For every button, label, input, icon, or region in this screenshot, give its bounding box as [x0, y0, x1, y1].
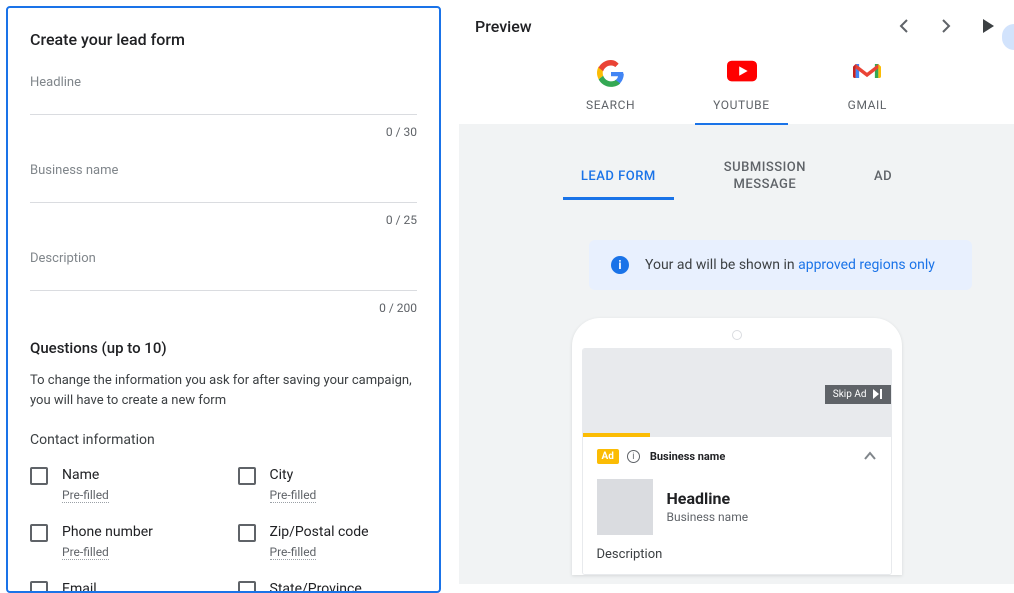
ad-thumbnail	[597, 479, 653, 535]
channel-search[interactable]: SEARCH	[586, 60, 635, 124]
channel-youtube-label: YOUTUBE	[713, 98, 770, 112]
skip-icon	[873, 389, 883, 399]
headline-counter: 0 / 30	[30, 125, 417, 139]
channel-youtube[interactable]: YOUTUBE	[713, 60, 770, 124]
video-area: Skip Ad	[583, 349, 891, 433]
phone-speaker-icon	[732, 330, 742, 340]
checkbox-city[interactable]	[238, 467, 256, 485]
checkbox-email-label: Email	[62, 580, 109, 593]
chevron-up-icon	[863, 451, 877, 461]
checkbox-phone-label: Phone number	[62, 523, 153, 541]
next-button[interactable]	[934, 14, 958, 38]
questions-title: Questions (up to 10)	[30, 339, 417, 357]
description-label: Description	[30, 251, 417, 270]
tab-ad[interactable]: AD	[868, 163, 898, 198]
tab-submission-label-2: MESSAGE	[734, 177, 797, 192]
notice-banner: i Your ad will be shown in approved regi…	[589, 240, 972, 290]
checkbox-name[interactable]	[30, 467, 48, 485]
prefilled-badge: Pre-filled	[270, 488, 317, 503]
headline-field: Headline	[30, 75, 417, 115]
prefilled-badge: Pre-filled	[62, 488, 109, 503]
contact-info-title: Contact information	[30, 432, 417, 448]
notice-text: Your ad will be shown in	[645, 257, 798, 273]
tab-lead-form[interactable]: LEAD FORM	[575, 163, 662, 198]
ad-business-top: Business name	[650, 450, 863, 463]
checkbox-city-label: City	[270, 466, 317, 484]
collapse-button[interactable]	[863, 449, 877, 465]
channel-gmail-label: GMAIL	[848, 98, 887, 112]
gmail-icon	[853, 60, 881, 88]
chevron-right-icon	[941, 18, 951, 34]
description-field: Description	[30, 251, 417, 291]
checkbox-state[interactable]	[238, 581, 256, 593]
prefilled-badge: Pre-filled	[270, 545, 317, 560]
checkbox-email[interactable]	[30, 581, 48, 593]
chevron-left-icon	[899, 18, 909, 34]
headline-label: Headline	[30, 75, 417, 94]
preview-title: Preview	[475, 17, 532, 36]
panel-title: Create your lead form	[30, 30, 417, 49]
skip-ad-label: Skip Ad	[833, 389, 867, 400]
checkbox-state-label: State/Province	[270, 580, 362, 593]
play-button[interactable]	[976, 14, 1000, 38]
ad-description: Description	[597, 547, 877, 562]
headline-input[interactable]	[30, 94, 417, 115]
play-icon	[981, 18, 995, 34]
youtube-icon	[727, 60, 755, 88]
google-icon	[597, 60, 625, 88]
tab-submission-label-1: SUBMISSION	[724, 160, 806, 175]
ad-badge: Ad	[597, 449, 619, 464]
ad-business-sub: Business name	[667, 510, 749, 524]
contact-col-right: City Pre-filled Zip/Postal code Pre-fill…	[238, 466, 418, 593]
notice-link[interactable]: approved regions only	[798, 257, 935, 273]
questions-desc: To change the information you ask for af…	[30, 371, 417, 410]
description-counter: 0 / 200	[30, 301, 417, 315]
checkbox-zip-label: Zip/Postal code	[270, 523, 369, 541]
phone-mock: Skip Ad Ad i Business name	[572, 318, 902, 575]
lead-form-panel: Create your lead form Headline 0 / 30 Bu…	[6, 6, 441, 593]
business-field: Business name	[30, 163, 417, 203]
prev-button[interactable]	[892, 14, 916, 38]
business-label: Business name	[30, 163, 417, 182]
channel-gmail[interactable]: GMAIL	[848, 60, 887, 124]
checkbox-phone[interactable]	[30, 524, 48, 542]
skip-ad-button[interactable]: Skip Ad	[825, 385, 891, 404]
contact-col-left: Name Pre-filled Phone number Pre-filled …	[30, 466, 210, 593]
tab-submission[interactable]: SUBMISSION MESSAGE	[718, 154, 812, 208]
ad-info-icon[interactable]: i	[627, 450, 640, 463]
ad-headline: Headline	[667, 489, 749, 508]
preview-panel: Preview SEARCH	[459, 0, 1014, 593]
prefilled-badge: Pre-filled	[62, 545, 109, 560]
checkbox-name-label: Name	[62, 466, 109, 484]
info-icon: i	[611, 256, 629, 274]
checkbox-zip[interactable]	[238, 524, 256, 542]
description-input[interactable]	[30, 270, 417, 291]
business-counter: 0 / 25	[30, 213, 417, 227]
channel-search-label: SEARCH	[586, 98, 635, 112]
business-input[interactable]	[30, 182, 417, 203]
